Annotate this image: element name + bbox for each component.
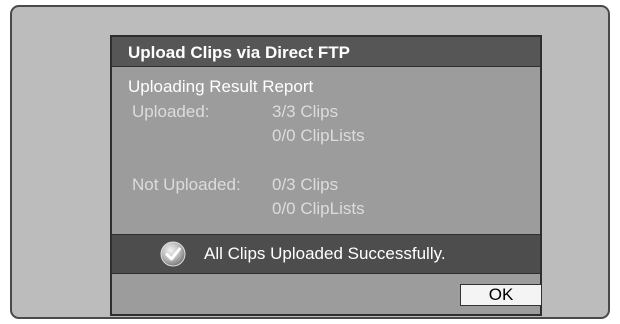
dialog-title-bar: Upload Clips via Direct FTP	[112, 37, 540, 67]
uploaded-cliplists-value: 0/0 ClipLists	[272, 126, 365, 145]
checkmark-icon	[160, 241, 186, 267]
report-body: Uploading Result Report Uploaded: 3/3 Cl…	[112, 67, 540, 234]
upload-dialog: Upload Clips via Direct FTP Uploading Re…	[110, 35, 542, 316]
dialog-footer: OK	[112, 274, 542, 314]
status-bar: All Clips Uploaded Successfully.	[112, 234, 540, 274]
ok-button[interactable]: OK	[460, 284, 542, 306]
report-heading: Uploading Result Report	[128, 77, 314, 96]
not-uploaded-clips-value: 0/3 Clips	[272, 175, 339, 194]
device-screen: Upload Clips via Direct FTP Uploading Re…	[10, 5, 610, 319]
not-uploaded-label: Not Uploaded:	[132, 175, 241, 194]
uploaded-clips-value: 3/3 Clips	[272, 102, 339, 121]
dialog-title: Upload Clips via Direct FTP	[128, 43, 350, 62]
uploaded-label: Uploaded:	[132, 102, 210, 121]
status-message: All Clips Uploaded Successfully.	[204, 244, 446, 263]
not-uploaded-cliplists-value: 0/0 ClipLists	[272, 199, 365, 218]
